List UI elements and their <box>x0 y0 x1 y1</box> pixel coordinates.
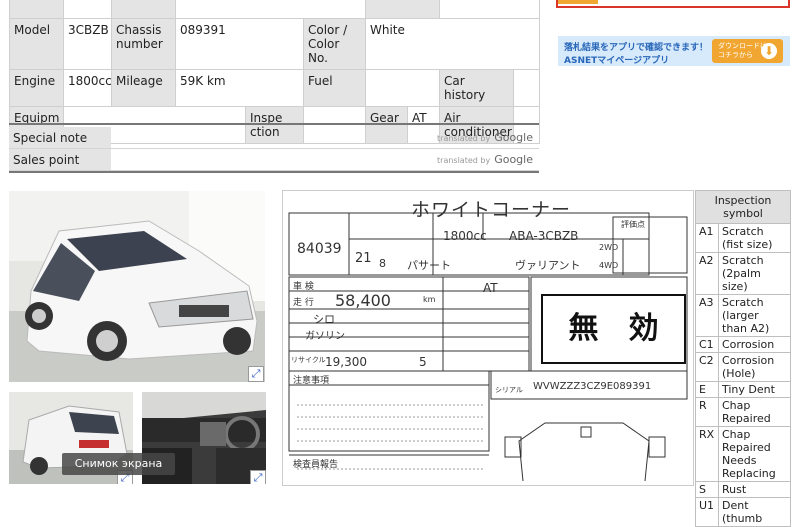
symbol-code: RX <box>695 426 719 482</box>
symbol-code: C2 <box>695 352 719 382</box>
engine-label: Engine <box>9 68 64 107</box>
download-icon: ⬇ <box>761 43 777 59</box>
fuel-label: Fuel <box>303 68 366 107</box>
banner-text: 落札結果をアプリで確認できます！ <box>564 43 709 53</box>
sales-point-row: Sales point translated by Google <box>9 149 539 171</box>
banner-app-name: ASNETマイページアプリ <box>564 56 670 66</box>
sheet-shift: AT <box>483 281 498 295</box>
chassis-number-label: シリアル <box>495 386 523 394</box>
expand-icon[interactable]: ⤢ <box>248 366 264 382</box>
symbol-description: Corrosion <box>718 336 791 353</box>
symbol-code: A2 <box>695 252 719 295</box>
fuel-value <box>365 68 440 107</box>
car-history-label: Car history <box>439 68 514 107</box>
google-translate-attribution[interactable]: translated by Google <box>437 153 533 166</box>
symbol-description: Tiny Dent <box>718 381 791 398</box>
screenshot-tooltip: Снимок экрана <box>62 453 175 475</box>
symbol-description: Scratch (larger than A2) <box>718 294 791 337</box>
app-banner[interactable]: 落札結果をアプリで確認できます！ ASNETマイページアプリ ダウンロードは コ… <box>558 36 790 66</box>
special-note-row: Special note translated by Google <box>9 127 539 149</box>
google-translate-attribution[interactable]: translated by Google <box>437 131 533 144</box>
symbol-description: Scratch (fist size) <box>718 223 791 253</box>
registration-month: 8 <box>379 257 386 270</box>
inspector-report-label: 検査員報告 <box>293 460 339 470</box>
car-front-image <box>9 191 265 382</box>
registration-year: 21 <box>355 251 372 266</box>
chassis-label: Chassis number <box>111 17 176 70</box>
sheet-seats: 5 <box>419 355 427 369</box>
displacement: 1800cc <box>443 229 487 243</box>
symbol-description: Chap Repaired <box>718 397 791 427</box>
recycle-label: リサイクル <box>291 356 326 364</box>
mileage-label: Mileage <box>111 68 176 107</box>
symbol-code: A1 <box>695 223 719 253</box>
expand-icon[interactable]: ⤢ <box>250 470 266 484</box>
sales-point-label: Sales point <box>9 149 111 170</box>
sheet-recycle: 19,300 <box>325 355 367 369</box>
void-stamp: 無 効 <box>541 294 686 364</box>
symbol-code: U1 <box>695 497 719 527</box>
color-label: Color / Color No. <box>303 17 366 70</box>
symbol-code: E <box>695 381 719 398</box>
run-label: 走 行 <box>293 298 314 308</box>
sheet-mileage-unit: km <box>423 295 436 304</box>
color-value: White <box>365 17 540 70</box>
inspection-symbol-header: Inspection symbol <box>695 190 791 224</box>
variant: ヴァリアント <box>515 259 581 272</box>
sheet-fuel: ガソリン <box>305 331 345 342</box>
inspection-symbol-table: Inspection symbol A1 Scratch (fist size) … <box>695 190 791 527</box>
car-name: パサート <box>407 259 451 272</box>
chassis-value: 089391 <box>175 17 304 70</box>
engine-value: 1800cc <box>63 68 112 107</box>
lot-number: 84039 <box>297 241 342 257</box>
symbol-code: R <box>695 397 719 427</box>
mileage-value: 59K km <box>175 68 304 107</box>
car-photo-main[interactable]: ⤢ <box>9 191 265 382</box>
divider <box>9 171 539 173</box>
symbol-description: Corrosion (Hole) <box>718 352 791 382</box>
auction-sheet-image[interactable]: ホワイトコーナー 84039 21 8 パサート ヴァリアント 1800cc A… <box>282 190 694 486</box>
symbol-description: Scratch (2palm size) <box>718 252 791 295</box>
car-inspection-label: 車 検 <box>293 282 314 292</box>
sheet-color: シロ <box>313 313 335 326</box>
special-note-label: Special note <box>9 127 111 148</box>
model-code: ABA-3CBZB <box>509 229 579 243</box>
evaluation-label: 評価点 <box>621 220 645 229</box>
symbol-description: Dent (thumb <box>718 497 791 527</box>
model-label: Model <box>9 17 64 70</box>
vehicle-spec-table: Model 3CBZB Chassis number 089391 Color … <box>9 0 540 144</box>
download-button[interactable]: ダウンロードは コチラから ⬇ <box>712 39 783 63</box>
four-wd-label: 4WD <box>599 261 619 270</box>
symbol-description: Chap Repaired Needs Replacing <box>718 426 791 482</box>
caution-label: 注意事項 <box>293 376 330 386</box>
car-history-value <box>513 68 540 107</box>
model-value: 3CBZB <box>63 17 112 70</box>
sheet-chassis-number: WVWZZZ3CZ9E089391 <box>533 381 652 392</box>
symbol-code: C1 <box>695 336 719 353</box>
two-wd-label: 2WD <box>599 243 619 252</box>
result-box <box>556 0 790 8</box>
symbol-code: A3 <box>695 294 719 337</box>
divider <box>9 123 539 125</box>
sheet-mileage: 58,400 <box>335 291 391 310</box>
